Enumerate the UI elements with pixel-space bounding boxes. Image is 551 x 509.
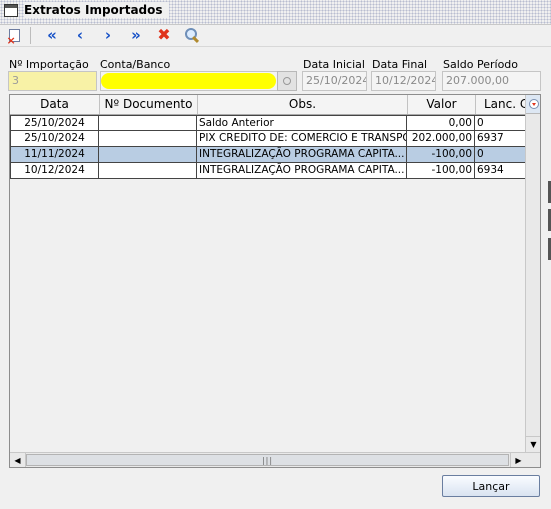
grid-header: Data Nº Documento Obs. Valor Lanc. C bbox=[10, 95, 540, 115]
cell-obs: Saldo Anterior bbox=[197, 116, 407, 131]
col-header-data[interactable]: Data bbox=[10, 95, 100, 114]
saldo-periodo-field[interactable]: 207.000,00 bbox=[442, 71, 541, 91]
scroll-right-icon: ▶ bbox=[515, 456, 522, 465]
cell-lanc: 6937 bbox=[477, 132, 504, 144]
table-row[interactable]: 10/12/2024 INTEGRALIZAÇÃO PROGRAMA CAPIT… bbox=[10, 163, 526, 179]
lookup-icon bbox=[283, 77, 291, 85]
importacao-label: Nº Importação bbox=[9, 58, 89, 71]
delete-button[interactable]: ✖ bbox=[153, 26, 175, 44]
toolbar-separator bbox=[30, 27, 31, 44]
window-title: Extratos Importados bbox=[24, 2, 169, 18]
cell-data: 25/10/2024 bbox=[10, 116, 99, 131]
scroll-down-icon: ▼ bbox=[530, 440, 537, 449]
cell-documento bbox=[99, 163, 197, 178]
horizontal-scroll-thumb[interactable]: ||| bbox=[26, 454, 509, 466]
conta-banco-redaction bbox=[101, 73, 276, 89]
cell-obs: INTEGRALIZAÇÃO PROGRAMA CAPITA... bbox=[197, 163, 407, 178]
cell-data: 10/12/2024 bbox=[10, 163, 99, 178]
vertical-scrollbar[interactable]: ▼ bbox=[525, 95, 540, 452]
table-row[interactable]: 25/10/2024 PIX CREDITO DE: COMERCIO E TR… bbox=[10, 131, 526, 147]
cell-lanc: 0 bbox=[477, 148, 484, 160]
data-final-field[interactable]: 10/12/2024 bbox=[371, 71, 436, 91]
cell-lanc: 0 bbox=[477, 117, 484, 129]
cell-obs: PIX CREDITO DE: COMERCIO E TRANSPO... bbox=[199, 131, 407, 146]
conta-banco-lookup-button[interactable] bbox=[277, 71, 297, 91]
close-doc-button[interactable] bbox=[3, 26, 25, 46]
horizontal-scrollbar[interactable]: ◀ ||| ▶ bbox=[10, 452, 540, 467]
column-chooser-icon bbox=[528, 99, 539, 109]
first-record-icon: « bbox=[47, 25, 57, 44]
first-record-button[interactable]: « bbox=[41, 26, 63, 44]
lancar-button[interactable]: Lançar bbox=[442, 475, 540, 497]
previous-record-icon: ‹ bbox=[76, 25, 84, 44]
cell-data: 11/11/2024 bbox=[10, 147, 99, 162]
cell-documento bbox=[99, 131, 197, 146]
table-row[interactable]: 25/10/2024 Saldo Anterior 0,00 0 bbox=[10, 115, 526, 131]
extratos-grid[interactable]: Data Nº Documento Obs. Valor Lanc. C 25/… bbox=[9, 94, 541, 468]
window-icon bbox=[4, 4, 18, 17]
col-header-valor[interactable]: Valor bbox=[408, 95, 476, 114]
cell-obs: INTEGRALIZAÇÃO PROGRAMA CAPITA... bbox=[197, 147, 407, 162]
cell-valor: 202.000,00 bbox=[407, 131, 475, 146]
grip-icon: ||| bbox=[261, 455, 274, 465]
toolbar: « ‹ › » ✖ bbox=[0, 25, 551, 47]
cell-documento bbox=[99, 147, 197, 162]
column-chooser-button[interactable] bbox=[526, 95, 540, 114]
data-inicial-label: Data Inicial bbox=[303, 58, 365, 71]
cell-valor: -100,00 bbox=[407, 163, 475, 178]
table-row-selected[interactable]: 11/11/2024 INTEGRALIZAÇÃO PROGRAMA CAPIT… bbox=[10, 147, 526, 163]
cell-documento bbox=[99, 116, 197, 131]
last-record-icon: » bbox=[131, 25, 141, 44]
search-button[interactable] bbox=[181, 26, 203, 44]
title-bar: Extratos Importados bbox=[0, 0, 551, 25]
scroll-right-button[interactable]: ▶ bbox=[510, 453, 526, 467]
data-inicial-field[interactable]: 25/10/2024 bbox=[302, 71, 367, 91]
next-record-icon: › bbox=[104, 25, 112, 44]
conta-banco-label: Conta/Banco bbox=[100, 58, 171, 71]
col-header-obs[interactable]: Obs. bbox=[198, 95, 408, 114]
cell-valor: -100,00 bbox=[407, 147, 475, 162]
cell-data: 25/10/2024 bbox=[10, 131, 99, 146]
scroll-left-icon: ◀ bbox=[14, 456, 21, 465]
scroll-down-button[interactable]: ▼ bbox=[526, 436, 540, 452]
close-doc-icon bbox=[7, 28, 20, 46]
cell-lanc: 6934 bbox=[477, 164, 504, 176]
col-header-documento[interactable]: Nº Documento bbox=[100, 95, 198, 114]
search-icon bbox=[185, 28, 200, 44]
scroll-left-button[interactable]: ◀ bbox=[10, 453, 26, 467]
next-record-button[interactable]: › bbox=[97, 26, 119, 44]
col-header-lanc[interactable]: Lanc. C bbox=[476, 95, 526, 114]
last-record-button[interactable]: » bbox=[125, 26, 147, 44]
importacao-field[interactable]: 3 bbox=[8, 71, 97, 91]
cell-valor: 0,00 bbox=[407, 116, 475, 131]
previous-record-button[interactable]: ‹ bbox=[69, 26, 91, 44]
delete-icon: ✖ bbox=[157, 25, 171, 44]
saldo-periodo-label: Saldo Período bbox=[443, 58, 519, 71]
grid-rows: 25/10/2024 Saldo Anterior 0,00 0 25/10/2… bbox=[10, 115, 526, 179]
data-final-label: Data Final bbox=[372, 58, 428, 71]
